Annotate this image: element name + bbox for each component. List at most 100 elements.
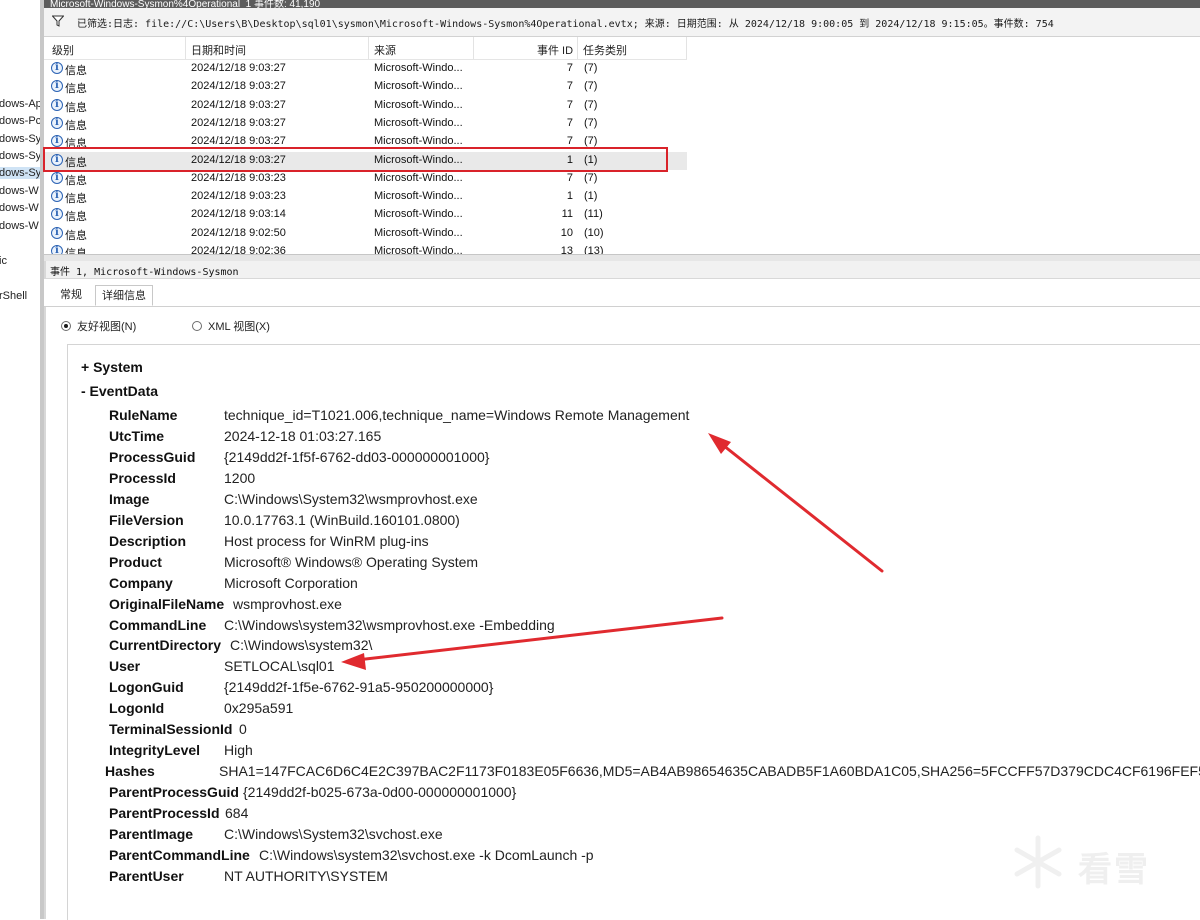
table-row[interactable]: i 信息 2024/12/18 9:03:23 Microsoft-Windo... 7… — [44, 170, 687, 188]
field-value-fileversion: 10.0.17763.1 (WinBuild.160101.0800) — [224, 511, 460, 528]
cell-datetime: 2024/12/18 9:03:27 — [191, 98, 286, 111]
field-name-processguid: ProcessGuid — [109, 448, 196, 465]
field-name-processid: ProcessId — [109, 469, 176, 486]
cell-source: Microsoft-Windo... — [374, 135, 463, 148]
info-icon: i — [51, 226, 63, 239]
field-name-parentcommandline: ParentCommandLine — [109, 846, 250, 863]
nav-item[interactable]: dows-W — [0, 202, 40, 214]
field-name-commandline: CommandLine — [109, 616, 207, 633]
cell-event-id: 1 — [566, 190, 573, 203]
friendly-view-radio[interactable]: 友好视图(N) — [61, 318, 136, 334]
cell-datetime: 2024/12/18 9:03:23 — [191, 190, 286, 203]
event-header: 事件 1, Microsoft-Windows-Sysmon — [44, 261, 1200, 279]
table-row[interactable]: i 信息 2024/12/18 9:03:14 Microsoft-Windo... 1… — [44, 206, 687, 224]
info-icon: i — [51, 80, 63, 93]
cell-source: Microsoft-Windo... — [374, 208, 463, 221]
nav-item[interactable]: dows-W — [0, 220, 40, 232]
watermark-text: 看雪 — [1078, 851, 1150, 889]
cell-datetime: 2024/12/18 9:03:27 — [191, 116, 286, 129]
cell-datetime: 2024/12/18 9:03:27 — [191, 135, 286, 148]
field-name-company: Company — [109, 574, 173, 591]
divider — [44, 261, 46, 919]
cell-task-category: (7) — [584, 116, 598, 129]
cell-task-category: (10) — [584, 226, 604, 239]
nav-item[interactable]: ic — [0, 255, 40, 267]
system-section-toggle[interactable]: + System — [81, 359, 143, 375]
cell-level: 信息 — [65, 211, 87, 224]
field-value-utctime: 2024-12-18 01:03:27.165 — [224, 427, 382, 444]
filter-bar: 已筛选:日志: file://C:\Users\B\Desktop\sql01\… — [44, 8, 1200, 37]
field-value-logonguid: {2149dd2f-1f5e-6762-91a5-950200000000} — [224, 679, 494, 696]
cell-source: Microsoft-Windo... — [374, 171, 463, 184]
watermark: 看雪 — [1008, 828, 1188, 898]
nav-item[interactable]: dows-Sy — [0, 133, 40, 145]
field-value-image: C:\Windows\System32\wsmprovhost.exe — [224, 490, 478, 507]
field-name-product: Product — [109, 553, 162, 570]
tab-details[interactable]: 详细信息 — [95, 285, 153, 306]
field-name-user: User — [109, 658, 141, 675]
nav-item[interactable]: dows-Sy — [0, 150, 40, 162]
field-value-commandline: C:\Windows\system32\wsmprovhost.exe -Emb… — [224, 616, 555, 633]
field-name-originalfilename: OriginalFileName — [109, 595, 225, 612]
column-header-datetime[interactable]: 日期和时间 — [191, 42, 246, 58]
eventdata-section-toggle[interactable]: - EventData — [81, 383, 158, 399]
cell-datetime: 2024/12/18 9:03:27 — [191, 62, 286, 74]
table-row[interactable]: i 信息 2024/12/18 9:03:27 Microsoft-Windo... 7… — [44, 115, 687, 133]
column-header-source[interactable]: 来源 — [374, 42, 396, 58]
field-value-rulename: technique_id=T1021.006,technique_name=Wi… — [224, 407, 690, 423]
xml-view-label: XML 视图(X) — [208, 321, 270, 333]
cell-source: Microsoft-Windo... — [374, 226, 463, 239]
column-header-level[interactable]: 级别 — [52, 42, 74, 58]
tab-general[interactable]: 常规 — [54, 285, 88, 306]
table-row[interactable]: i 信息 2024/12/18 9:02:50 Microsoft-Windo... 1… — [44, 225, 687, 243]
cell-level: 信息 — [65, 101, 87, 114]
table-row[interactable]: i 信息 2024/12/18 9:03:27 Microsoft-Windo... 7… — [44, 60, 687, 78]
cell-task-category: (7) — [584, 80, 598, 93]
field-value-integritylevel: High — [224, 742, 253, 759]
field-name-parentimage: ParentImage — [109, 826, 194, 842]
filter-description: 已筛选:日志: file://C:\Users\B\Desktop\sql01\… — [77, 19, 1054, 30]
field-name-logonid: LogonId — [109, 700, 165, 717]
detail-tabs: 常规 详细信息 — [44, 279, 1200, 307]
nav-item[interactable]: dows-Pc — [0, 115, 40, 127]
field-name-fileversion: FileVersion — [109, 511, 184, 528]
nav-item[interactable]: rShell — [0, 290, 40, 302]
field-value-parentprocessid: 684 — [225, 805, 249, 822]
field-value-originalfilename: wsmprovhost.exe — [233, 595, 342, 612]
cell-task-category: (7) — [584, 135, 598, 148]
field-value-parentcommandline: C:\Windows\system32\svchost.exe -k DcomL… — [259, 846, 594, 863]
table-header: 级别 日期和时间 来源 事件 ID 任务类别 — [44, 37, 687, 60]
field-value-user: SETLOCAL\sql01 — [224, 658, 335, 675]
cell-level: 信息 — [65, 229, 87, 242]
field-value-parentuser: NT AUTHORITY\SYSTEM — [224, 867, 388, 884]
filter-icon — [52, 15, 64, 27]
cell-source: Microsoft-Windo... — [374, 80, 463, 93]
nav-item[interactable]: dows-Ap — [0, 98, 40, 110]
table-row[interactable]: i 信息 2024/12/18 9:03:27 Microsoft-Windo... 7… — [44, 78, 687, 96]
nav-item[interactable]: dows-W — [0, 185, 40, 197]
field-value-currentdirectory: C:\Windows\system32\ — [230, 637, 373, 654]
info-icon: i — [51, 171, 63, 184]
cell-source: Microsoft-Windo... — [374, 190, 463, 203]
field-name-description: Description — [109, 532, 187, 549]
xml-view-radio[interactable]: XML 视图(X) — [192, 318, 270, 334]
log-title: Microsoft-Windows-Sysmon%4Operational_1 … — [50, 0, 321, 8]
field-name-parentprocessid: ParentProcessId — [109, 805, 220, 822]
info-icon: i — [51, 116, 63, 129]
cell-event-id: 7 — [566, 135, 573, 148]
nav-item-selected[interactable]: dows-Sy — [0, 167, 40, 179]
column-header-event-id[interactable]: 事件 ID — [537, 42, 573, 58]
cell-event-id: 10 — [560, 226, 573, 239]
cell-source: Microsoft-Windo... — [374, 62, 463, 74]
table-row[interactable]: i 信息 2024/12/18 9:03:23 Microsoft-Windo... 1… — [44, 188, 687, 206]
info-icon: i — [51, 208, 63, 221]
cell-datetime: 2024/12/18 9:03:27 — [191, 80, 286, 93]
table-row[interactable]: i 信息 2024/12/18 9:03:27 Microsoft-Windo... 7… — [44, 97, 687, 115]
column-header-task-category[interactable]: 任务类别 — [583, 42, 627, 58]
cell-task-category: (7) — [584, 62, 598, 74]
cell-source: Microsoft-Windo... — [374, 116, 463, 129]
cell-event-id: 7 — [566, 62, 573, 74]
field-value-parentprocessguid: {2149dd2f-b025-673a-0d00-000000001000} — [243, 784, 517, 801]
info-icon: i — [51, 98, 63, 111]
cell-level: 信息 — [65, 119, 87, 132]
